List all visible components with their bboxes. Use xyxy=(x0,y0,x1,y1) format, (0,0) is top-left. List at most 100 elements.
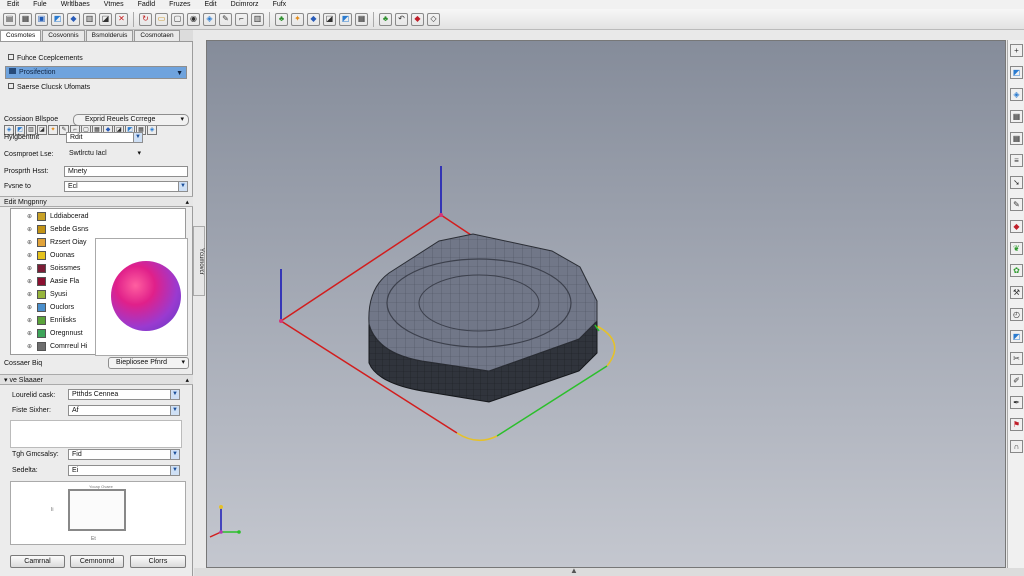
image-icon[interactable]: ◩ xyxy=(51,12,64,26)
crop-icon[interactable]: ⌐ xyxy=(235,12,248,26)
menu-item[interactable]: Fadld xyxy=(131,0,163,9)
expand-icon[interactable]: ⊕ xyxy=(27,252,33,259)
preset-select[interactable]: Prosifection ▼ xyxy=(5,66,187,79)
menu-item[interactable]: Wrltlbaes xyxy=(54,0,97,9)
tree-item[interactable]: ⊕ Oregnnust xyxy=(27,329,83,338)
expand-icon[interactable]: ⊕ xyxy=(27,291,33,298)
save-icon[interactable]: ▣ xyxy=(35,12,48,26)
photo-icon[interactable]: ◈ xyxy=(1010,88,1023,101)
grid-icon[interactable]: ▥ xyxy=(83,12,96,26)
render-icon[interactable]: ✦ xyxy=(291,12,304,26)
tool-icon[interactable]: ✎ xyxy=(1010,198,1023,211)
document-icon[interactable]: ▦ xyxy=(1010,110,1023,123)
field-input[interactable]: Af ▼ xyxy=(68,405,180,416)
tab-3[interactable]: Cosmotaen xyxy=(134,30,180,41)
tree-item[interactable]: ⊕ Aasie Fla xyxy=(27,277,79,286)
photo-icon[interactable]: ◈ xyxy=(147,125,157,135)
pin-icon[interactable]: ▴ xyxy=(185,197,189,208)
tab-0[interactable]: Cosmotes xyxy=(0,30,42,41)
grid-vertex[interactable] xyxy=(439,213,443,217)
menu-item[interactable]: Edit xyxy=(198,0,224,9)
screen-icon[interactable]: ▢ xyxy=(171,12,184,26)
menu-item[interactable]: Fruzes xyxy=(162,0,197,9)
3d-viewport[interactable] xyxy=(206,40,1006,568)
image-icon[interactable]: ◩ xyxy=(1010,330,1023,343)
graph-icon[interactable]: ◪ xyxy=(99,12,112,26)
expand-icon[interactable]: ⊕ xyxy=(27,213,33,220)
checkbox[interactable] xyxy=(8,83,14,89)
menu-item[interactable]: Fule xyxy=(26,0,54,9)
arrow-icon[interactable]: ➘ xyxy=(1010,176,1023,189)
document-icon[interactable]: ▦ xyxy=(19,12,32,26)
creation-select[interactable]: Exprid Reuels Ccrrege ▾ xyxy=(73,114,189,126)
cube-icon[interactable]: ◆ xyxy=(307,12,320,26)
folder-icon[interactable]: ▭ xyxy=(155,12,168,26)
file-icon[interactable]: ▤ xyxy=(3,12,16,26)
menu-item[interactable]: Edit xyxy=(0,0,26,9)
menu-item[interactable]: Dcimrorz xyxy=(224,0,266,9)
grid-vertex[interactable] xyxy=(279,319,283,323)
tree-item[interactable]: ⊕ Rzsert Oiay xyxy=(27,238,87,247)
highlight-select[interactable]: Rdit ▼ xyxy=(66,132,143,143)
gem-icon[interactable]: ◆ xyxy=(411,12,424,26)
grid-icon[interactable]: ▥ xyxy=(251,12,264,26)
mapping-header[interactable]: Edit Mngpnny ▴ xyxy=(0,196,193,207)
viewport-canvas[interactable] xyxy=(207,41,1007,569)
expand-icon[interactable]: ⊕ xyxy=(27,239,33,246)
shape-icon[interactable]: ◇ xyxy=(427,12,440,26)
shader-header[interactable]: ▾ ve Slaaaer ▴ xyxy=(0,374,193,385)
tree-item[interactable]: ⊕ Enrilisks xyxy=(27,316,76,325)
field-input[interactable]: Ptthds Cennea ▼ xyxy=(68,389,180,400)
leaf-icon[interactable]: ❦ xyxy=(1010,242,1023,255)
menu-item[interactable]: Fufx xyxy=(266,0,294,9)
tree-item[interactable]: ⊕ Sebde Gsns xyxy=(27,225,89,234)
gallery-icon[interactable]: ▦ xyxy=(1010,132,1023,145)
expand-icon[interactable]: ⊕ xyxy=(27,278,33,285)
undo-icon[interactable]: ↶ xyxy=(395,12,408,26)
close-icon[interactable]: ✕ xyxy=(115,12,128,26)
tree-item[interactable]: ⊕ Lddiabcerad xyxy=(27,212,89,221)
expand-icon[interactable]: ⊕ xyxy=(27,304,33,311)
tree-item[interactable]: ⊕ Ouclors xyxy=(27,303,74,312)
flag-icon[interactable]: ⚑ xyxy=(1010,418,1023,431)
expand-icon[interactable]: ⊕ xyxy=(27,226,33,233)
tab-1[interactable]: Cosvonnis xyxy=(42,30,85,41)
tree-item[interactable]: ⊕ Soissmes xyxy=(27,264,80,273)
wrench-icon[interactable]: ⚒ xyxy=(1010,286,1023,299)
field-input[interactable]: Ei ▼ xyxy=(68,465,180,476)
expand-icon[interactable]: ⊕ xyxy=(27,317,33,324)
notes-area[interactable] xyxy=(10,420,182,448)
clock-icon[interactable]: ◴ xyxy=(1010,308,1023,321)
image-icon[interactable]: ◩ xyxy=(339,12,352,26)
menu-item[interactable]: Vtmes xyxy=(97,0,131,9)
pin-icon[interactable]: ▴ xyxy=(185,375,189,386)
tree-item[interactable]: ⊕ Syusi xyxy=(27,290,67,299)
gem-icon[interactable]: ◆ xyxy=(1010,220,1023,233)
tree-icon[interactable]: ♣ xyxy=(379,12,392,26)
brush-icon[interactable]: ✐ xyxy=(1010,374,1023,387)
document-icon[interactable]: ▦ xyxy=(355,12,368,26)
component-select[interactable]: Swtlrctu Iacl ▾ xyxy=(66,149,143,160)
cube-icon[interactable]: ◆ xyxy=(67,12,80,26)
magnet-icon[interactable]: ∩ xyxy=(1010,440,1023,453)
refresh-icon[interactable]: ↻ xyxy=(139,12,152,26)
expand-icon[interactable]: ⊕ xyxy=(27,265,33,272)
command-button[interactable]: Cemnonnd xyxy=(70,555,124,568)
cancel-button[interactable]: Camrnal xyxy=(10,555,65,568)
render-icon[interactable]: ✦ xyxy=(48,125,58,135)
expand-icon[interactable]: ⊕ xyxy=(27,343,33,350)
plant-icon[interactable]: ✿ xyxy=(1010,264,1023,277)
tab-2[interactable]: Bsmolderuis xyxy=(85,30,134,41)
close-button[interactable]: Clorrs xyxy=(130,555,186,568)
tool-icon[interactable]: ✎ xyxy=(219,12,232,26)
image-icon[interactable]: ◩ xyxy=(1010,66,1023,79)
plus-icon[interactable]: + xyxy=(1010,44,1023,57)
tree-icon[interactable]: ♣ xyxy=(275,12,288,26)
frame-select[interactable]: Ecl ▼ xyxy=(64,181,188,192)
tree-item[interactable]: ⊕ Ouonas xyxy=(27,251,75,260)
layers-icon[interactable]: ≡ xyxy=(1010,154,1023,167)
pen-icon[interactable]: ✒ xyxy=(1010,396,1023,409)
tree-item[interactable]: ⊕ Comrreul Hi xyxy=(27,342,87,351)
photo-icon[interactable]: ◈ xyxy=(203,12,216,26)
scissors-icon[interactable]: ✂ xyxy=(1010,352,1023,365)
